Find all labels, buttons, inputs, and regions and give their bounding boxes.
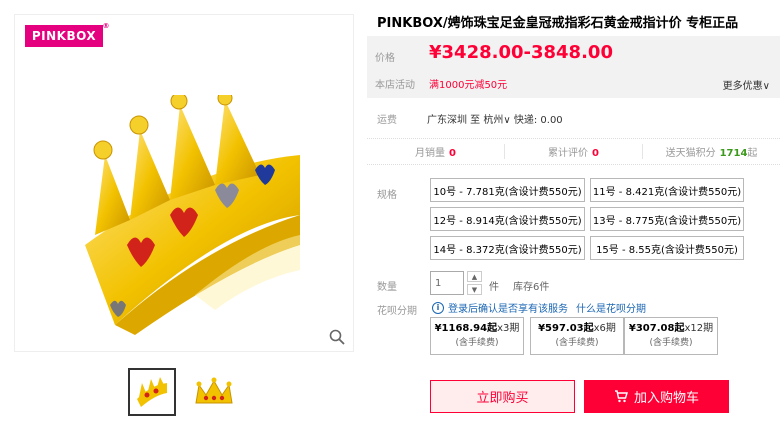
shipping-destination-select[interactable]: 广东深圳 至 杭州∨ 快递: 0.00 <box>427 111 563 126</box>
thumbnail-2[interactable] <box>190 368 238 416</box>
plan-periods: x12期 <box>684 323 714 334</box>
promo-label: 本店活动 <box>375 80 415 91</box>
buy-now-button[interactable]: 立即购买 <box>430 380 575 413</box>
installment-plan-12[interactable]: ¥307.08起x12期 (含手续费) <box>624 317 718 355</box>
add-to-cart-button[interactable]: 加入购物车 <box>584 380 729 413</box>
registered-mark: ® <box>102 22 110 30</box>
promo-value: 满1000元减50元 <box>429 80 508 91</box>
shipping-label: 运费 <box>377 115 397 126</box>
plan-periods: x3期 <box>497 323 520 334</box>
product-main-image[interactable]: PINKBOX ® <box>14 14 354 352</box>
monthly-sales-value: 0 <box>449 148 456 159</box>
monthly-sales: 月销量 0 <box>367 144 505 159</box>
price-panel: 价格 ¥3428.00-3848.00 本店活动 满1000元减50元 更多优惠… <box>367 36 780 98</box>
spec-option-14[interactable]: 14号 - 8.372克(含设计费550元) <box>430 236 585 260</box>
tmall-points-suffix: 起 <box>747 148 758 159</box>
tmall-points-label: 送天猫积分 <box>665 148 716 159</box>
add-to-cart-label: 加入购物车 <box>633 391 699 406</box>
crown-thumbnail-icon <box>195 377 233 404</box>
installment-plan-6[interactable]: ¥597.03起x6期 (含手续费) <box>530 317 624 355</box>
review-count-label: 累计评价 <box>548 148 589 159</box>
spec-option-15[interactable]: 15号 - 8.55克(含设计费550元) <box>590 236 744 260</box>
plan-fee-note: (含手续费) <box>555 338 599 348</box>
quantity-input[interactable]: 1 <box>430 271 464 295</box>
plan-periods: x6期 <box>593 323 616 334</box>
product-title: PINKBOX/娉饰珠宝足金皇冠戒指彩石黄金戒指计价 专柜正品 <box>377 16 739 31</box>
quantity-increase-button[interactable]: ▲ <box>467 271 482 282</box>
spec-label: 规格 <box>377 190 397 201</box>
sales-stats: 月销量 0 累计评价 0 送天猫积分 1714起 <box>367 138 780 165</box>
thumbnail-strip <box>128 368 238 416</box>
installment-login-link[interactable]: 登录后确认是否享有该服务 <box>448 300 568 315</box>
quantity-unit: 件 <box>489 282 499 293</box>
installment-help-link[interactable]: 什么是花呗分期 <box>576 300 646 315</box>
quantity-label: 数量 <box>377 282 397 293</box>
installment-plan-3[interactable]: ¥1168.94起x3期 (含手续费) <box>430 317 524 355</box>
spec-option-13[interactable]: 13号 - 8.775克(含设计费550元) <box>590 207 744 231</box>
logo-text: PINKBOX <box>31 29 97 43</box>
plan-amount: ¥1168.94起 <box>434 323 498 334</box>
tmall-points-value: 1714 <box>719 148 748 159</box>
tmall-points: 送天猫积分 1714起 <box>643 144 780 159</box>
review-count[interactable]: 累计评价 0 <box>505 144 643 159</box>
cart-icon <box>614 390 628 403</box>
more-promotions-link[interactable]: 更多优惠∨ <box>723 77 770 92</box>
stock-count: 库存6件 <box>513 282 550 293</box>
info-icon: i <box>432 301 444 314</box>
price-label: 价格 <box>375 53 395 64</box>
quantity-decrease-button[interactable]: ▼ <box>467 284 482 295</box>
spec-option-12[interactable]: 12号 - 8.914克(含设计费550元) <box>430 207 585 231</box>
monthly-sales-label: 月销量 <box>415 148 446 159</box>
spec-option-11[interactable]: 11号 - 8.421克(含设计费550元) <box>590 178 744 202</box>
search-icon[interactable] <box>329 329 345 345</box>
thumbnail-1[interactable] <box>128 368 176 416</box>
installment-info: i 登录后确认是否享有该服务 什么是花呗分期 <box>432 300 646 315</box>
spec-option-10[interactable]: 10号 - 7.781克(含设计费550元) <box>430 178 585 202</box>
plan-amount: ¥307.08起 <box>628 323 685 334</box>
review-count-value: 0 <box>592 148 599 159</box>
brand-logo: PINKBOX ® <box>25 22 110 47</box>
ring-thumbnail-icon <box>137 377 167 407</box>
price-value: ¥3428.00-3848.00 <box>429 42 613 63</box>
plan-fee-note: (含手续费) <box>649 338 693 348</box>
plan-fee-note: (含手续费) <box>455 338 499 348</box>
plan-amount: ¥597.03起 <box>538 323 594 334</box>
crown-ring-image <box>85 95 300 335</box>
installment-label: 花呗分期 <box>377 306 417 317</box>
